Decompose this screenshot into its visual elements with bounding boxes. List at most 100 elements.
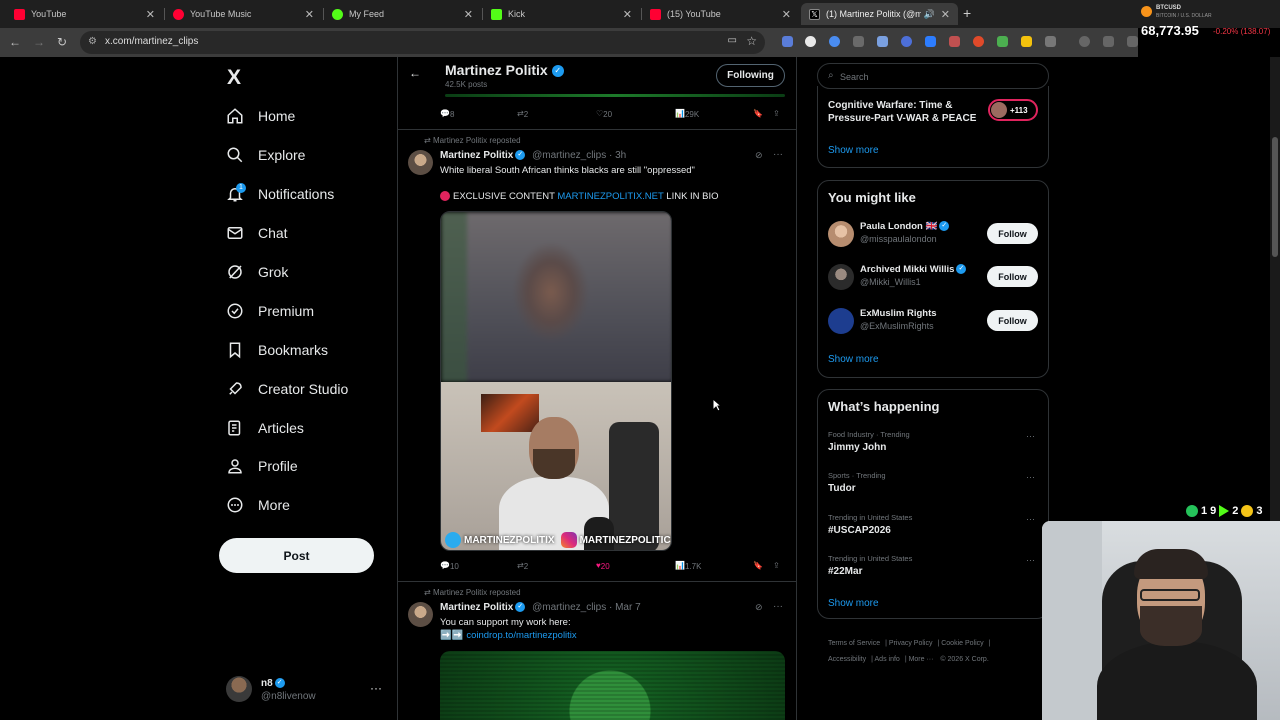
more-options-icon[interactable]: ··· (1026, 431, 1035, 441)
search-input[interactable] (840, 68, 1040, 85)
extension-icon[interactable] (853, 36, 864, 47)
nav-explore[interactable]: Explore (225, 140, 305, 170)
tweet-author[interactable]: Martinez Politix (440, 602, 513, 613)
nav-chat[interactable]: Chat (225, 218, 288, 248)
share-icon[interactable]: ⇪ (773, 561, 780, 570)
back-icon[interactable]: ← (9, 35, 21, 49)
trend-item[interactable]: Trending in United States #22Mar ··· (828, 554, 1038, 584)
follow-button[interactable]: Follow (987, 266, 1038, 287)
share-icon[interactable]: ⇪ (773, 109, 780, 118)
extensions-puzzle-icon[interactable] (1045, 36, 1056, 47)
tweet-author[interactable]: Martinez Politix (440, 150, 513, 161)
nav-articles[interactable]: Articles (225, 413, 304, 443)
extension-icon[interactable] (1021, 36, 1032, 47)
promo-link[interactable]: MARTINEZPOLITIX.NET (557, 191, 663, 202)
reply-button[interactable]: 💬 10 (440, 561, 459, 571)
post-button[interactable]: Post (219, 538, 374, 573)
reply-button[interactable]: 💬 8 (440, 109, 454, 119)
extension-icon[interactable] (925, 36, 936, 47)
views-button[interactable]: 📊 29K (675, 109, 699, 119)
history-icon[interactable] (1079, 36, 1090, 47)
trend-item[interactable]: Food Industry · Trending Jimmy John ··· (828, 430, 1038, 460)
avatar[interactable] (408, 150, 433, 175)
url-text[interactable]: x.com/martinez_clips (105, 36, 198, 47)
more-options-icon[interactable]: ··· (773, 149, 783, 160)
close-icon[interactable]: ✕ (782, 8, 791, 21)
extension-icon[interactable] (1103, 36, 1114, 47)
close-icon[interactable]: ✕ (146, 8, 155, 21)
repost-button[interactable]: ⇄ 2 (517, 561, 528, 571)
close-icon[interactable]: ✕ (305, 8, 314, 21)
extension-icon[interactable] (901, 36, 912, 47)
close-icon[interactable]: ✕ (623, 8, 632, 21)
back-arrow-icon[interactable]: ← (409, 66, 421, 80)
more-options-icon[interactable]: ··· (370, 681, 382, 695)
footer-link[interactable]: More ··· (909, 656, 934, 663)
nav-bookmarks[interactable]: Bookmarks (225, 335, 328, 365)
more-options-icon[interactable]: ··· (1026, 514, 1035, 524)
tab-youtube-music[interactable]: YouTube Music ✕ (165, 3, 322, 25)
grok-icon[interactable]: ⊘ (755, 602, 763, 613)
tweet-image[interactable] (440, 651, 785, 720)
nav-profile[interactable]: Profile (225, 451, 298, 481)
extension-icon[interactable] (782, 36, 793, 47)
grok-icon[interactable]: ⊘ (755, 150, 763, 161)
site-info-icon[interactable]: ⚙ (88, 36, 97, 47)
show-more-link[interactable]: Show more (828, 598, 879, 609)
footer-link[interactable]: Cookie Policy (941, 640, 983, 647)
repost-button[interactable]: ⇄ 2 (517, 109, 528, 119)
bookmark-icon[interactable]: 🔖 (753, 561, 763, 570)
live-space-title[interactable]: Cognitive Warfare: Time & Pressure-Part … (828, 99, 988, 125)
suggested-account[interactable]: Paula London 🇬🇧 ✓ @misspaulalondon Follow (828, 221, 1038, 251)
suggested-account[interactable]: Archived Mikki Willis ✓ @Mikki_Willis1 Fo… (828, 264, 1038, 294)
install-icon[interactable]: ▭ (728, 35, 737, 46)
nav-premium[interactable]: Premium (225, 296, 314, 326)
extension-icon[interactable] (949, 36, 960, 47)
views-button[interactable]: 📊 1.7K (675, 561, 701, 571)
follow-button[interactable]: Follow (987, 223, 1038, 244)
extension-icon[interactable] (829, 36, 840, 47)
tab-youtube-15[interactable]: (15) YouTube ✕ (642, 3, 799, 25)
more-options-icon[interactable]: ··· (1026, 472, 1035, 482)
audio-icon[interactable]: 🔊 (924, 9, 935, 20)
tab-martinez-politix[interactable]: 𝕏 (1) Martinez Politix (@marti 🔊 ✕ (801, 3, 958, 25)
tab-my-feed[interactable]: My Feed ✕ (324, 3, 481, 25)
tab-kick[interactable]: Kick ✕ (483, 3, 640, 25)
scrollbar-thumb[interactable] (1272, 137, 1278, 257)
show-more-link[interactable]: Show more (828, 145, 879, 156)
tab-youtube[interactable]: YouTube ✕ (6, 3, 163, 25)
coindrop-link[interactable]: coindrop.to/martinezpolitix (466, 630, 576, 641)
suggested-account[interactable]: ExMuslim Rights @ExMuslimRights Follow (828, 308, 1038, 338)
account-switcher[interactable]: n8 ✓ @n8livenow ··· (226, 676, 386, 706)
new-tab-button[interactable]: + (963, 5, 971, 21)
footer-link[interactable]: Accessibility (828, 656, 866, 663)
bookmark-icon[interactable]: 🔖 (753, 109, 763, 118)
like-button[interactable]: ♥ 20 (596, 561, 610, 571)
devtools-icon[interactable] (1127, 36, 1138, 47)
like-button[interactable]: ♡ 20 (596, 109, 612, 119)
close-icon[interactable]: ✕ (464, 8, 473, 21)
forward-icon[interactable]: → (33, 35, 45, 49)
extension-icon[interactable] (973, 36, 984, 47)
nav-home[interactable]: Home (225, 101, 295, 131)
trend-item[interactable]: Sports · Trending Tudor ··· (828, 471, 1038, 501)
x-logo[interactable]: X (227, 66, 241, 90)
extension-icon[interactable] (805, 36, 816, 47)
reload-icon[interactable]: ↻ (57, 35, 67, 49)
nav-creator-studio[interactable]: Creator Studio (225, 374, 348, 404)
extension-icon[interactable] (997, 36, 1008, 47)
address-bar[interactable]: ⚙ x.com/martinez_clips ▭ ☆ (80, 31, 765, 54)
tweet-video[interactable]: MARTINEZPOLITIX MARTINEZPOLITICS (440, 211, 672, 551)
follow-button[interactable]: Follow (987, 310, 1038, 331)
extension-icon[interactable] (877, 36, 888, 47)
following-button[interactable]: Following (716, 64, 785, 87)
footer-link[interactable]: Ads info (875, 656, 900, 663)
close-icon[interactable]: ✕ (941, 8, 950, 21)
avatar[interactable] (408, 602, 433, 627)
footer-link[interactable]: Privacy Policy (889, 640, 933, 647)
more-options-icon[interactable]: ··· (773, 601, 783, 612)
footer-link[interactable]: Terms of Service (828, 640, 880, 647)
more-options-icon[interactable]: ··· (1026, 555, 1035, 565)
listeners-pill[interactable]: +113 (988, 99, 1038, 121)
nav-grok[interactable]: Grok (225, 257, 288, 287)
